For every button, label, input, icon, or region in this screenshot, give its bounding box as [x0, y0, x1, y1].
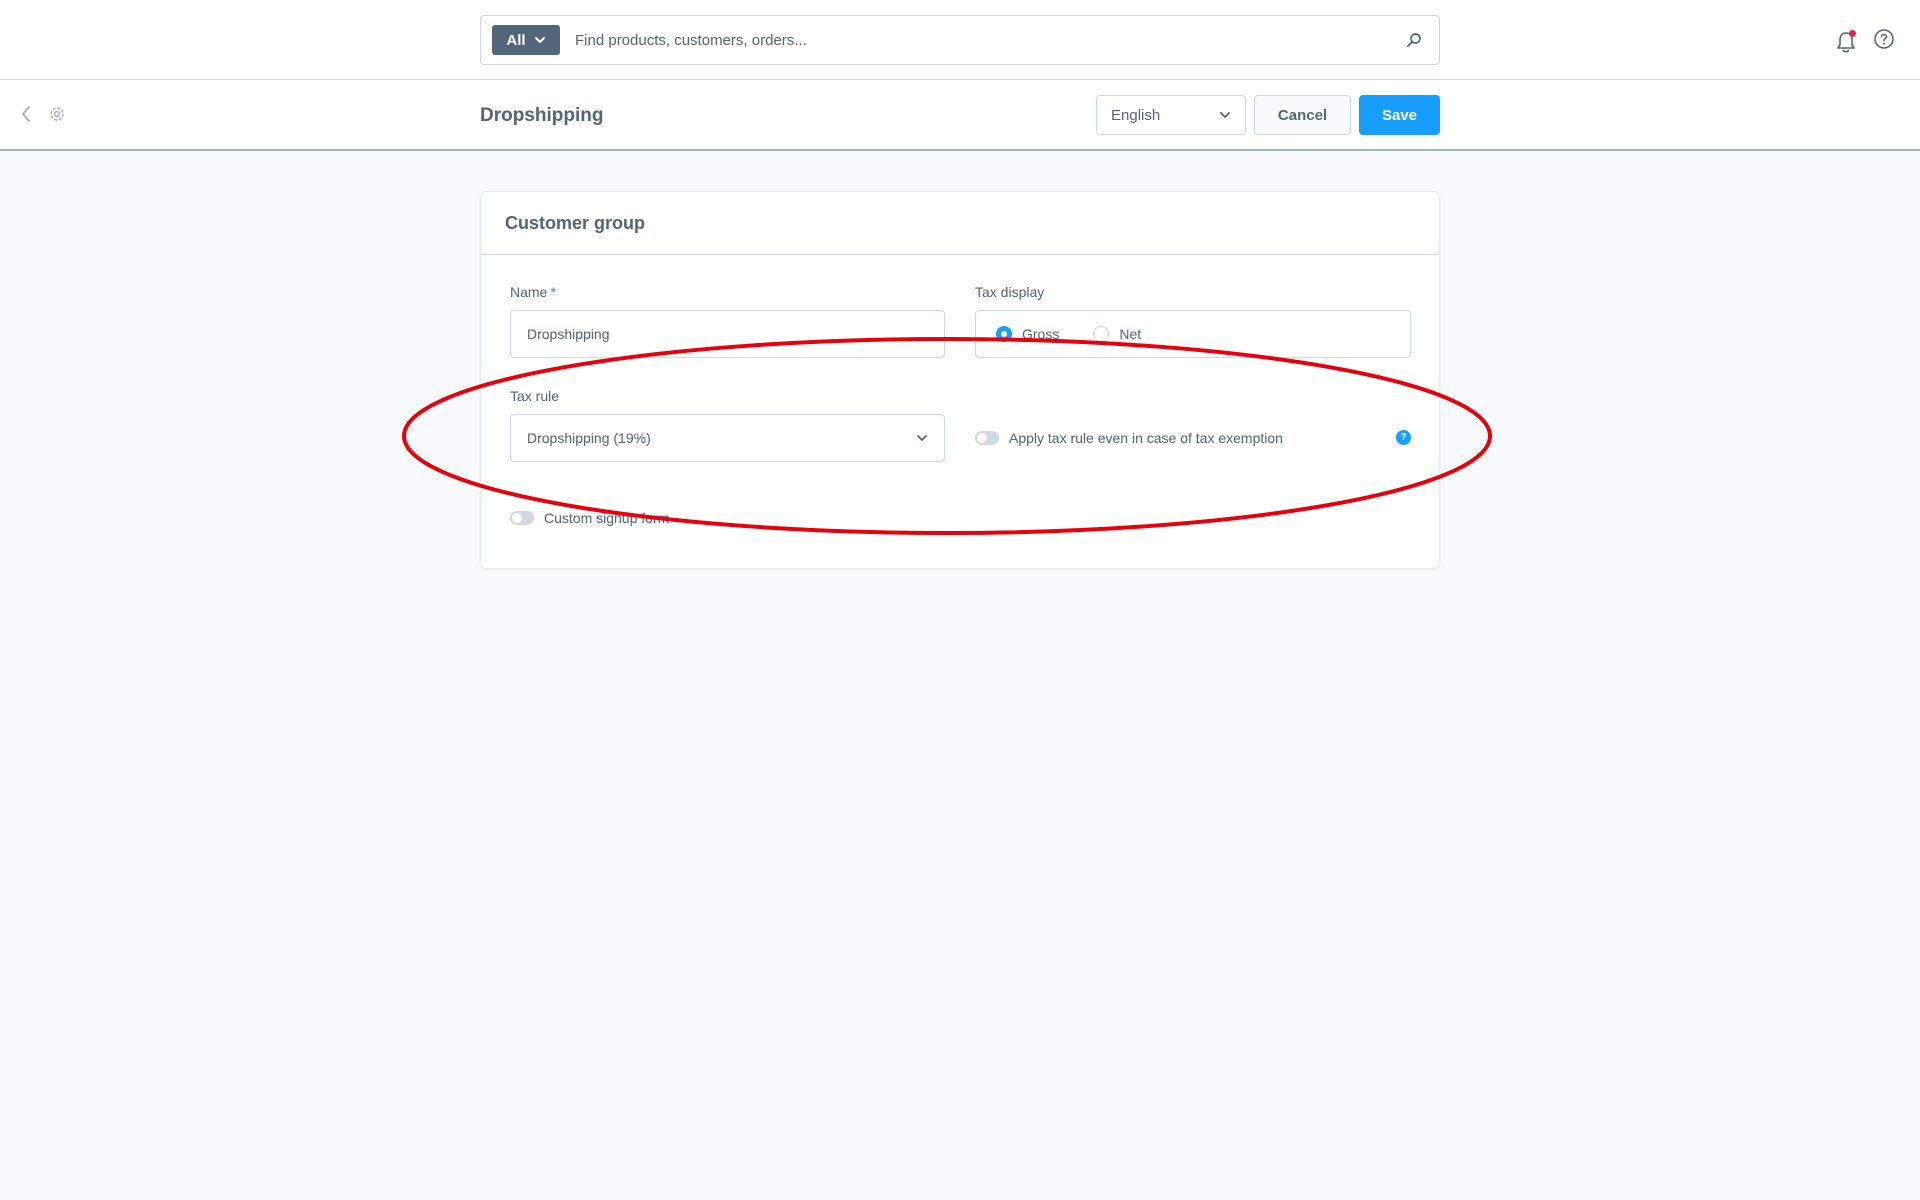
name-label-text: Name [510, 284, 548, 300]
back-button[interactable] [20, 104, 32, 129]
custom-signup-row: Custom signup form [510, 510, 669, 526]
search-icon [1407, 33, 1421, 47]
card-title: Customer group [505, 212, 646, 233]
chevron-down-icon [1220, 112, 1230, 118]
help-icon[interactable]: ? [1396, 430, 1411, 445]
tax-rule-label: Tax rule [510, 388, 560, 404]
name-field[interactable]: Dropshipping [510, 310, 945, 358]
card-header: Customer group [481, 192, 1439, 255]
cancel-button[interactable]: Cancel [1254, 95, 1351, 135]
gear-icon [50, 107, 64, 121]
notification-dot [1849, 29, 1856, 37]
apply-tax-rule-switch[interactable] [975, 431, 999, 445]
radio-unchecked[interactable] [1093, 326, 1110, 342]
nav-icons [20, 104, 66, 129]
tax-display-label: Tax display [975, 284, 1045, 300]
settings-button[interactable] [48, 105, 66, 128]
tax-display-net[interactable]: Net [1093, 326, 1141, 342]
chevron-down-icon [917, 435, 927, 441]
help-button[interactable] [1873, 28, 1895, 55]
annotation-overlay [402, 337, 1492, 535]
required-marker: * [550, 284, 556, 300]
apply-tax-rule-row: Apply tax rule even in case of tax exemp… [975, 430, 1283, 446]
search-button[interactable] [1389, 16, 1439, 64]
name-label: Name * [510, 284, 556, 300]
chevron-down-icon [534, 37, 545, 43]
global-search: All [480, 15, 1440, 65]
tax-rule-select[interactable]: Dropshipping (19%) [510, 414, 945, 462]
search-type-label: All [506, 31, 526, 49]
smart-bar: Dropshipping English Cancel Save [0, 80, 1920, 151]
radio-checked[interactable] [996, 326, 1012, 342]
header-actions: English Cancel Save [1096, 95, 1440, 135]
search-type-dropdown[interactable]: All [492, 25, 560, 55]
gross-label: Gross [1022, 326, 1060, 342]
notifications-button[interactable] [1835, 29, 1857, 54]
top-bar: All [0, 0, 1920, 80]
custom-signup-label: Custom signup form [544, 510, 670, 526]
language-select[interactable]: English [1096, 95, 1246, 135]
help-icon [1874, 29, 1894, 49]
net-label: Net [1119, 326, 1142, 342]
tax-display-gross[interactable]: Gross [996, 326, 1059, 342]
tax-rule-value: Dropshipping (19%) [527, 430, 651, 446]
custom-signup-switch[interactable] [510, 511, 534, 525]
tax-display-radio-group: Gross Net [975, 310, 1411, 358]
apply-tax-rule-label: Apply tax rule even in case of tax exemp… [1009, 430, 1283, 446]
back-icon [22, 106, 30, 122]
save-button[interactable]: Save [1359, 95, 1440, 135]
customer-group-card: Customer group Name * Dropshipping Tax di… [480, 191, 1440, 569]
name-value: Dropshipping [527, 326, 610, 342]
language-value: English [1111, 106, 1161, 124]
top-icons [1835, 28, 1895, 55]
search-input[interactable] [560, 16, 1389, 64]
page-title: Dropshipping [480, 105, 604, 126]
